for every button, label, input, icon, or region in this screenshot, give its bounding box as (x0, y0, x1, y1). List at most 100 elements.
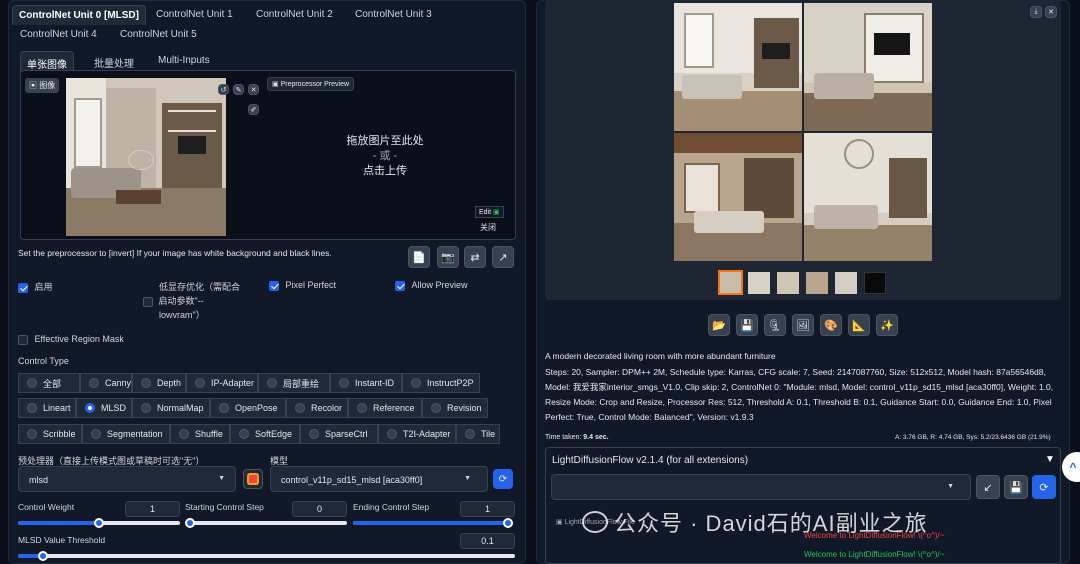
ldf-title[interactable]: LightDiffusionFlow v2.1.4 (for all exten… (552, 455, 748, 466)
slider-knob[interactable] (94, 518, 104, 528)
control-type-softedge[interactable]: SoftEdge (230, 424, 300, 444)
checkbox-on[interactable] (269, 280, 279, 291)
control-type-inpaint[interactable]: 局部重绘 (258, 373, 330, 393)
undo-icon[interactable]: ↺ (218, 84, 229, 95)
end-step-slider[interactable] (353, 518, 513, 528)
send-to-img2img-button[interactable]: 🖼 (792, 314, 814, 336)
checkbox-on[interactable] (18, 282, 28, 293)
camera-icon[interactable]: 📷 (437, 246, 459, 268)
effective-region-mask-checkbox[interactable]: Effective Region Mask (18, 334, 124, 345)
control-type-mlsd[interactable]: MLSD (76, 398, 132, 418)
close-icon[interactable]: ✕ (1045, 6, 1057, 18)
thumbnail-5[interactable] (835, 272, 857, 294)
save-button[interactable]: 💾 (736, 314, 758, 336)
radio-dot (411, 378, 421, 388)
ldf-apply-button[interactable]: ↙ (976, 475, 1000, 499)
control-type-canny[interactable]: Canny (80, 373, 132, 393)
document-icon[interactable]: 📄 (408, 246, 430, 268)
control-type-tile[interactable]: Tile (456, 424, 500, 444)
slider-knob[interactable] (37, 551, 48, 561)
tab-multi-inputs[interactable]: Multi-Inputs (152, 51, 216, 70)
checkbox-off[interactable] (18, 334, 28, 345)
drop-zone[interactable]: 拖放图片至此处 - 或 - 点击上传 (330, 134, 440, 179)
thumbnail-4[interactable] (806, 272, 828, 294)
tab-unit-2[interactable]: ControlNet Unit 2 (250, 5, 339, 24)
chevron-down-icon: ▼ (947, 483, 954, 490)
slider-knob[interactable] (185, 518, 195, 528)
extra-action-button[interactable]: ✨ (876, 314, 898, 336)
thumbnail-3[interactable] (777, 272, 799, 294)
save-icon: 💾 (1009, 481, 1023, 494)
download-icon[interactable]: ⤓ (1030, 6, 1042, 18)
low-vram-checkbox[interactable]: 低显存优化（需配合 启动参数"-- lowvram"） (143, 280, 240, 322)
thumbnail-2[interactable] (748, 272, 770, 294)
edit-icon[interactable]: ✎ (233, 84, 244, 95)
send-icon[interactable]: ↗ (492, 246, 514, 268)
control-type-openpose[interactable]: OpenPose (210, 398, 286, 418)
send-to-extras-button[interactable]: 📐 (848, 314, 870, 336)
control-type-label: Control Type (18, 356, 69, 366)
enable-checkbox[interactable]: 启用 (18, 280, 53, 293)
close-button[interactable]: 关闭 (480, 222, 496, 233)
model-select[interactable]: control_v11p_sd15_mlsd [aca30ff0] ▼ (270, 466, 488, 492)
control-type-ip-adapter[interactable]: IP-Adapter (186, 373, 258, 393)
chevron-up-icon: ^ (1069, 460, 1077, 474)
start-step-input[interactable]: 0 (292, 501, 347, 517)
control-type-revision[interactable]: Revision (422, 398, 488, 418)
result-image-1[interactable] (674, 3, 802, 131)
control-type-instructp2p[interactable]: InstructP2P (402, 373, 480, 393)
control-type-instant-id[interactable]: Instant-ID (330, 373, 402, 393)
open-folder-button[interactable]: 📂 (708, 314, 730, 336)
tab-unit-4[interactable]: ControlNet Unit 4 (14, 25, 103, 44)
control-type-all[interactable]: 全部 (18, 373, 80, 393)
result-image-2[interactable] (804, 3, 932, 131)
ldf-refresh-button[interactable]: ⟳ (1032, 475, 1056, 499)
control-type-sparsectrl[interactable]: SparseCtrl (300, 424, 378, 444)
checkbox-off[interactable] (143, 296, 153, 307)
control-type-shuffle[interactable]: Shuffle (170, 424, 230, 444)
zip-button[interactable]: 🗜 (764, 314, 786, 336)
pixel-perfect-checkbox[interactable]: Pixel Perfect (269, 280, 336, 291)
result-image-4[interactable] (804, 133, 932, 261)
control-type-normalmap[interactable]: NormalMap (132, 398, 210, 418)
control-type-scribble[interactable]: Scribble (18, 424, 82, 444)
tab-unit-5[interactable]: ControlNet Unit 5 (114, 25, 203, 44)
control-type-recolor[interactable]: Recolor (286, 398, 348, 418)
checkbox-on[interactable] (395, 280, 405, 291)
refresh-models-button[interactable]: ⟳ (493, 469, 513, 489)
run-preprocessor-button[interactable] (243, 469, 263, 489)
close-icon[interactable]: ✕ (248, 84, 259, 95)
control-type-lineart[interactable]: Lineart (18, 398, 76, 418)
control-weight-slider[interactable] (18, 518, 180, 528)
sparkle-icon: ✨ (880, 319, 894, 332)
allow-preview-checkbox[interactable]: Allow Preview (395, 280, 468, 291)
collapse-triangle-icon[interactable]: ▼ (1045, 454, 1055, 465)
ldf-save-button[interactable]: 💾 (1004, 475, 1028, 499)
radio-dot (27, 378, 37, 388)
result-image-3[interactable] (674, 133, 802, 261)
control-type-segmentation[interactable]: Segmentation (82, 424, 170, 444)
send-to-inpaint-button[interactable]: 🎨 (820, 314, 842, 336)
preprocessor-select[interactable]: mlsd ▼ (18, 466, 236, 492)
edit-button[interactable]: Edit ▣ (475, 206, 504, 218)
control-weight-input[interactable]: 1 (125, 501, 180, 517)
end-step-input[interactable]: 1 (460, 501, 515, 517)
start-step-slider[interactable] (185, 518, 347, 528)
swap-icon[interactable]: ⇄ (464, 246, 486, 268)
mlsd-threshold-input[interactable]: 0.1 (460, 533, 515, 549)
control-type-depth[interactable]: Depth (132, 373, 186, 393)
folder-icon: 📂 (712, 319, 726, 332)
tab-unit-1[interactable]: ControlNet Unit 1 (150, 5, 239, 24)
pen-icon[interactable]: ✐ (248, 104, 259, 115)
thumbnail-6[interactable] (864, 272, 886, 294)
control-type-reference[interactable]: Reference (348, 398, 422, 418)
control-type-t2i-adapter[interactable]: T2I-Adapter (378, 424, 456, 444)
slider-knob[interactable] (503, 518, 513, 528)
mlsd-threshold-slider[interactable] (18, 551, 515, 561)
tab-unit-3[interactable]: ControlNet Unit 3 (349, 5, 438, 24)
ldf-flow-select[interactable]: ▼ (551, 474, 971, 500)
watermark: 公众号 · David石的AI副业之旅 (582, 506, 928, 538)
thumbnail-1[interactable] (718, 270, 743, 295)
tab-unit-0[interactable]: ControlNet Unit 0 [MLSD] (12, 5, 146, 25)
radio-dot-selected (85, 403, 95, 413)
